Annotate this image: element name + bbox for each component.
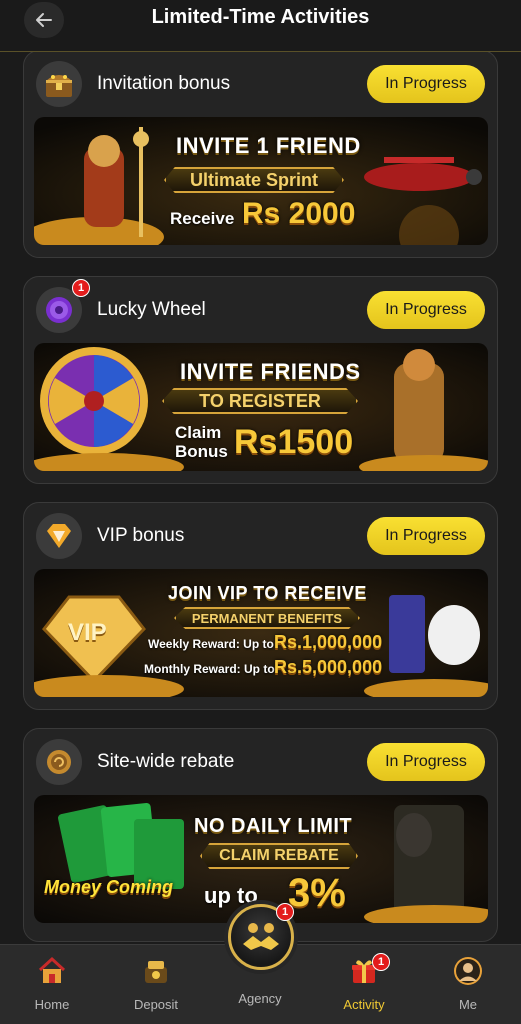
banner-headline: INVITE FRIENDS: [180, 359, 361, 384]
nav-item-deposit[interactable]: Deposit: [116, 951, 196, 1021]
banner-receive-label: Receive: [170, 209, 235, 228]
banner-pill: Ultimate Sprint: [164, 167, 344, 193]
activity-badge: 1: [372, 953, 390, 971]
banner-amount: Rs1500: [234, 423, 354, 461]
avatar-icon: [454, 957, 482, 985]
arrow-left-icon: [36, 13, 52, 27]
in-progress-button[interactable]: In Progress: [367, 743, 485, 781]
invitation-banner[interactable]: INVITE 1 FRIEND Ultimate Sprint Receive …: [34, 117, 488, 245]
nav-label: Agency: [238, 991, 282, 1006]
home-icon: [38, 956, 66, 983]
nav-label: Home: [34, 997, 70, 1012]
back-button[interactable]: [24, 2, 64, 38]
nav-item-activity[interactable]: 1 Activity: [324, 951, 404, 1021]
vip-banner[interactable]: VIP JOIN VIP TO RECEIVE PERMANENT BENEFI…: [34, 569, 488, 697]
nav-label: Activity: [343, 997, 385, 1012]
vip-diamond-icon: [36, 513, 82, 559]
activity-card-invitation-bonus[interactable]: Invitation bonus In Progress INVITE 1 FR…: [23, 50, 498, 258]
nav-item-home[interactable]: Home: [12, 951, 92, 1021]
banner-headline: NO DAILY LIMIT: [194, 815, 353, 837]
nav-label: Me: [458, 997, 478, 1012]
in-progress-button[interactable]: In Progress: [367, 291, 485, 329]
banner-claim-label: Claim: [175, 423, 222, 442]
rebate-coin-icon: [36, 739, 82, 785]
banner-headline: INVITE 1 FRIEND: [176, 133, 361, 158]
nav-item-me[interactable]: Me: [428, 951, 508, 1021]
notification-badge: 1: [72, 279, 90, 297]
card-title: Site-wide rebate: [97, 751, 235, 772]
banner-pill: TO REGISTER: [162, 388, 358, 414]
lucky-wheel-banner[interactable]: INVITE FRIENDS TO REGISTER Claim Bonus R…: [34, 343, 488, 471]
activity-card-vip-bonus[interactable]: VIP bonus In Progress VIP JOIN VIP TO RE…: [23, 502, 498, 710]
handshake-icon: [243, 923, 279, 950]
card-title: VIP bonus: [97, 525, 185, 546]
in-progress-button[interactable]: In Progress: [367, 517, 485, 555]
vip-emblem-label: VIP: [68, 619, 107, 646]
nav-label: Deposit: [133, 997, 179, 1012]
banner-bonus-label: Bonus: [175, 442, 228, 461]
monthly-reward-label: Monthly Reward: Up to: [144, 662, 275, 676]
in-progress-button[interactable]: In Progress: [367, 65, 485, 103]
banner-pill: CLAIM REBATE: [200, 843, 358, 869]
treasure-chest-icon: [36, 61, 82, 107]
page-title: Limited-Time Activities: [151, 6, 370, 28]
agency-badge: 1: [276, 903, 294, 921]
card-title: Lucky Wheel: [97, 299, 206, 320]
banner-pill: PERMANENT BENEFITS: [174, 607, 360, 629]
wallet-icon: [145, 961, 167, 983]
weekly-reward-label: Weekly Reward: Up to: [148, 637, 274, 651]
money-coming-logo: Money Coming: [44, 877, 173, 897]
banner-headline: JOIN VIP TO RECEIVE: [168, 583, 367, 603]
header: Limited-Time Activities: [0, 0, 521, 52]
nav-item-agency-label[interactable]: Agency: [220, 985, 300, 1021]
monthly-reward-amount: Rs.5,000,000: [274, 657, 383, 677]
card-title: Invitation bonus: [97, 73, 231, 94]
activity-card-lucky-wheel[interactable]: 1 Lucky Wheel In Progress INVITE FRIENDS…: [23, 276, 498, 484]
banner-percent: 3%: [288, 871, 346, 915]
banner-amount: Rs 2000: [242, 197, 356, 230]
weekly-reward-amount: Rs.1,000,000: [274, 632, 383, 652]
